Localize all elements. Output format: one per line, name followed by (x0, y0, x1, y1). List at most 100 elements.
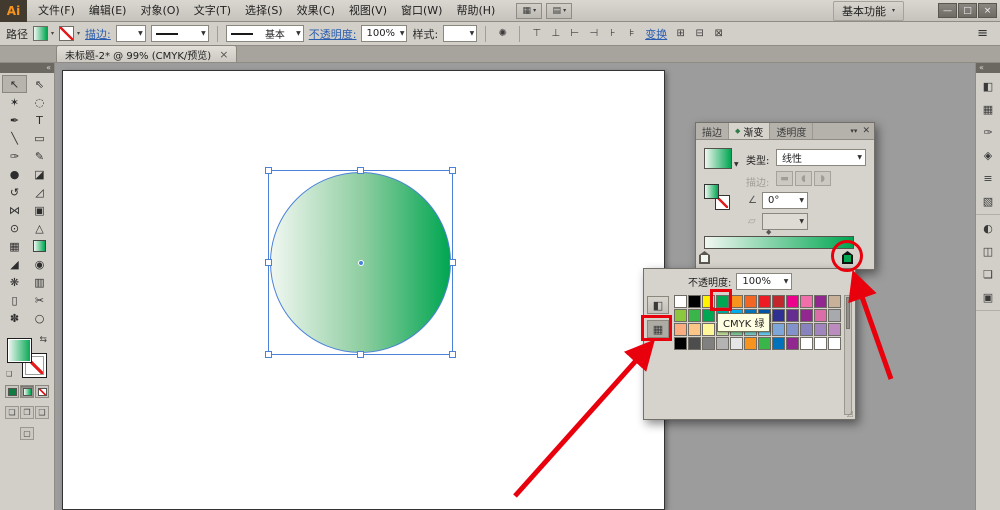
mesh-tool[interactable]: ▦ (2, 237, 27, 255)
swatch-scrollbar[interactable] (844, 295, 852, 415)
selection-handle-se[interactable] (449, 351, 456, 358)
menu-item-7[interactable]: 窗口(W) (394, 0, 449, 22)
swatch-r2-c2[interactable] (702, 323, 715, 336)
swatch-r1-c9[interactable] (800, 309, 813, 322)
style-combo[interactable]: ▼ (443, 25, 478, 42)
align-icon-5[interactable]: ⊧ (623, 26, 640, 41)
eraser-tool[interactable]: ◪ (27, 165, 52, 183)
swatch-r0-c5[interactable] (744, 295, 757, 308)
pencil-tool[interactable]: ✎ (27, 147, 52, 165)
selection-center-point[interactable] (357, 259, 364, 266)
swatch-r2-c0[interactable] (674, 323, 687, 336)
swatch-r3-c5[interactable] (744, 337, 757, 350)
swatch-r0-c7[interactable] (772, 295, 785, 308)
menu-item-3[interactable]: 文字(T) (187, 0, 238, 22)
paintbrush-tool[interactable]: ✑ (2, 147, 27, 165)
screen-mode-button[interactable]: ▢ (20, 427, 34, 440)
color-panel-icon[interactable]: ◧ (979, 78, 997, 94)
align-icon-0[interactable]: ⊤ (528, 26, 545, 41)
swatch-r0-c9[interactable] (800, 295, 813, 308)
swatch-r2-c1[interactable] (688, 323, 701, 336)
draw-behind-button[interactable]: ❐ (20, 406, 34, 419)
lasso-tool[interactable]: ◌ (27, 93, 52, 111)
none-mode-button[interactable] (35, 385, 49, 398)
menu-item-6[interactable]: 视图(V) (342, 0, 394, 22)
zoom-tool[interactable]: ○ (27, 309, 52, 327)
swatch-r3-c6[interactable] (758, 337, 771, 350)
selection-handle-nw[interactable] (265, 167, 272, 174)
hand-tool[interactable]: ✽ (2, 309, 27, 327)
opacity-link[interactable]: 不透明度: (309, 26, 357, 42)
selection-handle-s[interactable] (356, 351, 364, 358)
draw-inside-button[interactable]: ❑ (35, 406, 49, 419)
direct-selection-tool[interactable]: ⇖ (27, 75, 52, 93)
gradient-type-select[interactable]: 线性 ▼ (776, 149, 866, 166)
stroke-gradient-option-1[interactable]: ◖ (795, 171, 812, 186)
stop-opacity-select[interactable]: 100% ▼ (736, 273, 793, 290)
shape-builder-tool[interactable]: ⊙ (2, 219, 27, 237)
pen-tool[interactable]: ✒ (2, 111, 27, 129)
swatch-r3-c3[interactable] (716, 337, 729, 350)
draw-normal-button[interactable]: ❏ (5, 406, 19, 419)
opacity-combo[interactable]: 100% ▼ (361, 25, 408, 42)
selection-handle-ne[interactable] (449, 167, 456, 174)
swatch-r2-c9[interactable] (800, 323, 813, 336)
swatch-r3-c4[interactable] (730, 337, 743, 350)
tab-close-icon[interactable]: × (219, 48, 228, 61)
graphic-styles-panel-icon[interactable]: ◫ (979, 243, 997, 259)
recolor-artwork-icon[interactable]: ✺ (494, 26, 511, 41)
swatches-panel-icon[interactable]: ▦ (979, 101, 997, 117)
tools-panel-collapse[interactable]: « (0, 63, 54, 73)
tab-transparency[interactable]: 透明度 (770, 123, 814, 139)
column-graph-tool[interactable]: ▥ (27, 273, 52, 291)
swatch-r2-c11[interactable] (828, 323, 841, 336)
swatch-r1-c1[interactable] (688, 309, 701, 322)
width-tool[interactable]: ⋈ (2, 201, 27, 219)
gradient-slider[interactable] (704, 236, 854, 249)
swatch-r3-c9[interactable] (800, 337, 813, 350)
stroke-link[interactable]: 描边: (85, 26, 111, 42)
swatch-r2-c10[interactable] (814, 323, 827, 336)
rectangle-tool[interactable]: ▭ (27, 129, 52, 147)
type-tool[interactable]: T (27, 111, 52, 129)
free-transform-tool[interactable]: ▣ (27, 201, 52, 219)
align-icon-4[interactable]: ⊦ (604, 26, 621, 41)
swatch-r2-c7[interactable] (772, 323, 785, 336)
symbol-sprayer-tool[interactable]: ❋ (2, 273, 27, 291)
blend-tool[interactable]: ◉ (27, 255, 52, 273)
artboards-panel-icon[interactable]: ▣ (979, 289, 997, 305)
selection-handle-sw[interactable] (265, 351, 272, 358)
selection-tool[interactable]: ↖ (2, 75, 27, 93)
shape-icon-0[interactable]: ⊞ (672, 26, 689, 41)
selection-handle-n[interactable] (356, 167, 364, 174)
swatch-r0-c1[interactable] (688, 295, 701, 308)
swatch-r3-c0[interactable] (674, 337, 687, 350)
panel-collapse-icon[interactable]: ▾▾ (850, 127, 857, 135)
gradient-presets-caret-icon[interactable]: ▼ (734, 161, 739, 168)
menu-item-5[interactable]: 效果(C) (290, 0, 342, 22)
gradient-fill-toggle[interactable] (704, 184, 719, 199)
swatch-r2-c8[interactable] (786, 323, 799, 336)
menu-item-0[interactable]: 文件(F) (31, 0, 82, 22)
tab-stroke[interactable]: 描边 (696, 123, 729, 139)
panel-menu-icon[interactable]: ≡ (977, 26, 994, 41)
gradient-stop-left[interactable] (699, 251, 710, 264)
blob-brush-tool[interactable]: ● (2, 165, 27, 183)
document-layout-button[interactable]: ▤ ▾ (546, 2, 573, 19)
swatch-r0-c0[interactable] (674, 295, 687, 308)
swatch-r3-c10[interactable] (814, 337, 827, 350)
workspace-switcher[interactable]: 基本功能 ▾ (832, 0, 904, 21)
slice-tool[interactable]: ✂ (27, 291, 52, 309)
stroke-gradient-option-2[interactable]: ◗ (814, 171, 831, 186)
swatch-r1-c11[interactable] (828, 309, 841, 322)
fill-color-swatch[interactable] (33, 26, 48, 41)
selection-handle-w[interactable] (265, 258, 272, 266)
scale-tool[interactable]: ◿ (27, 183, 52, 201)
dock-expand-button[interactable]: « (976, 63, 1000, 73)
symbols-panel-icon[interactable]: ◈ (979, 147, 997, 163)
gradient-thumbnail[interactable] (704, 148, 732, 169)
layers-panel-icon[interactable]: ❏ (979, 266, 997, 282)
rotate-tool[interactable]: ↺ (2, 183, 27, 201)
gradient-tool[interactable] (27, 237, 52, 255)
eyedropper-tool[interactable]: ◢ (2, 255, 27, 273)
